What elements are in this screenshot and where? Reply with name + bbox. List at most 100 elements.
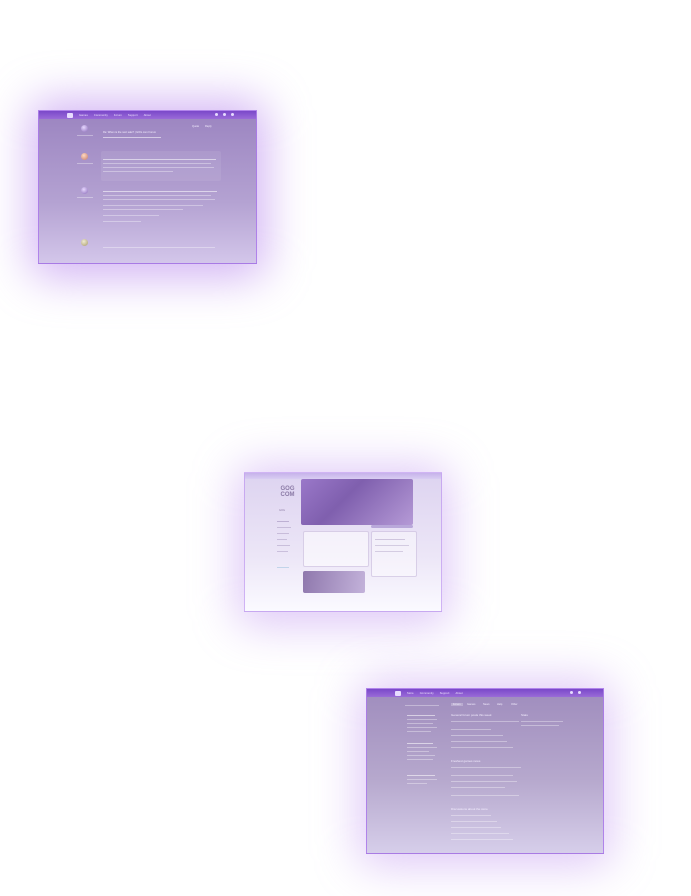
post-text-line: [103, 209, 183, 210]
hero-highlight: [371, 525, 413, 528]
quote-button[interactable]: Quote: [192, 125, 199, 128]
sidebar-line: [407, 751, 429, 752]
sidebar-line: [407, 775, 435, 776]
list-item[interactable]: [451, 721, 519, 722]
search-icon[interactable]: [215, 113, 218, 116]
search-icon[interactable]: [570, 691, 573, 694]
sidebar-line: [407, 723, 433, 724]
nav-item-store[interactable]: Store: [407, 692, 414, 695]
user-icon[interactable]: [578, 691, 581, 694]
forum-thread-window[interactable]: Games Community Forum Support About Re: …: [38, 110, 257, 264]
post-text-line: [103, 195, 211, 196]
sidebar-line: [407, 719, 437, 720]
username-line: [77, 197, 93, 198]
sidebar-line: [405, 705, 439, 706]
list-item[interactable]: [451, 795, 519, 796]
avatar[interactable]: [81, 125, 88, 132]
stats-heading: Stats: [521, 713, 528, 717]
list-item[interactable]: [451, 839, 513, 840]
sidebar-item-settings[interactable]: [277, 567, 289, 568]
logo-line-2: COM: [280, 491, 295, 498]
nav-item-support[interactable]: Support: [128, 114, 138, 117]
stats-line: [521, 725, 559, 726]
post-text-line: [103, 199, 215, 200]
nav-item-about[interactable]: About: [144, 114, 151, 117]
tab-other[interactable]: Other: [511, 703, 518, 706]
nav-item-about[interactable]: About: [456, 692, 463, 695]
list-item[interactable]: [451, 787, 505, 788]
post-text-line: [103, 163, 211, 164]
community-news-window[interactable]: Store Community Support About Forum Game…: [366, 688, 604, 854]
stats-line: [521, 721, 563, 722]
sidebar-line: [407, 747, 437, 748]
tab-help[interactable]: Help: [497, 703, 502, 706]
section-heading-general: General forum posts this week: [451, 713, 492, 717]
avatar[interactable]: [81, 153, 88, 160]
list-item[interactable]: [451, 775, 513, 776]
list-item[interactable]: [451, 781, 517, 782]
list-item[interactable]: [451, 821, 497, 822]
sidebar-line: [407, 727, 437, 728]
sidebar-item-forum[interactable]: [277, 539, 287, 540]
nav-item-community[interactable]: Community: [94, 114, 108, 117]
section-heading-news: Freshest games news: [451, 759, 481, 763]
list-item[interactable]: [451, 747, 513, 748]
post-text-line: [103, 167, 214, 168]
sidebar-item-wishlist[interactable]: [277, 551, 288, 552]
post-text-line: [103, 205, 203, 206]
hero-banner: [301, 479, 413, 525]
nav-item-support[interactable]: Support: [440, 692, 450, 695]
post-text-line: [103, 159, 216, 160]
section-heading-store: Discussions about the store: [451, 807, 488, 811]
sidebar-item-games[interactable]: [277, 527, 291, 528]
post-text-line: [103, 221, 141, 222]
post-title: Re: When is the next sale? | GOG.com For…: [103, 131, 156, 134]
gog-logo-icon[interactable]: [395, 690, 401, 696]
reply-button[interactable]: Reply: [205, 125, 212, 128]
sidebar-item-news[interactable]: [277, 545, 290, 546]
post-text-line: [103, 215, 159, 216]
panel-line: [375, 545, 409, 546]
feed-card[interactable]: [303, 531, 369, 567]
nav-item-community[interactable]: Community: [420, 692, 434, 695]
sidebar-line: [407, 715, 435, 716]
gog-logo[interactable]: GOG COM: [279, 486, 296, 498]
feed-image[interactable]: [303, 571, 365, 593]
post-text-line: [103, 137, 161, 138]
post-text-line: [103, 171, 173, 172]
sidebar-line: [407, 731, 431, 732]
sidebar-item-home[interactable]: [277, 521, 289, 522]
tab-forum[interactable]: Forum: [451, 703, 463, 706]
panel-line: [375, 539, 405, 540]
list-item[interactable]: [451, 833, 509, 834]
post-text-line: [103, 191, 217, 192]
nav-item-games[interactable]: Games: [79, 114, 88, 117]
list-item[interactable]: [451, 827, 501, 828]
username-line: [77, 163, 93, 164]
sidebar-line: [407, 743, 433, 744]
gog-logo-icon[interactable]: [67, 112, 73, 118]
tab-news[interactable]: News: [483, 703, 490, 706]
side-panel: [371, 531, 417, 577]
panel-line: [375, 551, 403, 552]
tab-games[interactable]: Games: [467, 703, 475, 706]
post-body: [101, 151, 221, 181]
sidebar-line: [407, 783, 427, 784]
sidebar-heading: GOG: [279, 509, 286, 512]
sidebar-line: [407, 755, 435, 756]
nav-item-forum[interactable]: Forum: [114, 114, 122, 117]
list-item[interactable]: [451, 741, 507, 742]
user-icon[interactable]: [231, 113, 234, 116]
list-item[interactable]: [451, 729, 491, 730]
list-item[interactable]: [451, 815, 491, 816]
avatar[interactable]: [81, 187, 88, 194]
post-text-line: [103, 247, 215, 248]
avatar[interactable]: [81, 239, 88, 246]
news-top-nav: Store Community Support About: [367, 689, 603, 697]
sidebar-item-movies[interactable]: [277, 533, 289, 534]
list-item[interactable]: [451, 735, 503, 736]
cart-icon[interactable]: [223, 113, 226, 116]
gog-page-window[interactable]: GOG COM GOG: [244, 472, 442, 612]
username-line: [77, 135, 93, 136]
list-item[interactable]: [451, 767, 521, 768]
